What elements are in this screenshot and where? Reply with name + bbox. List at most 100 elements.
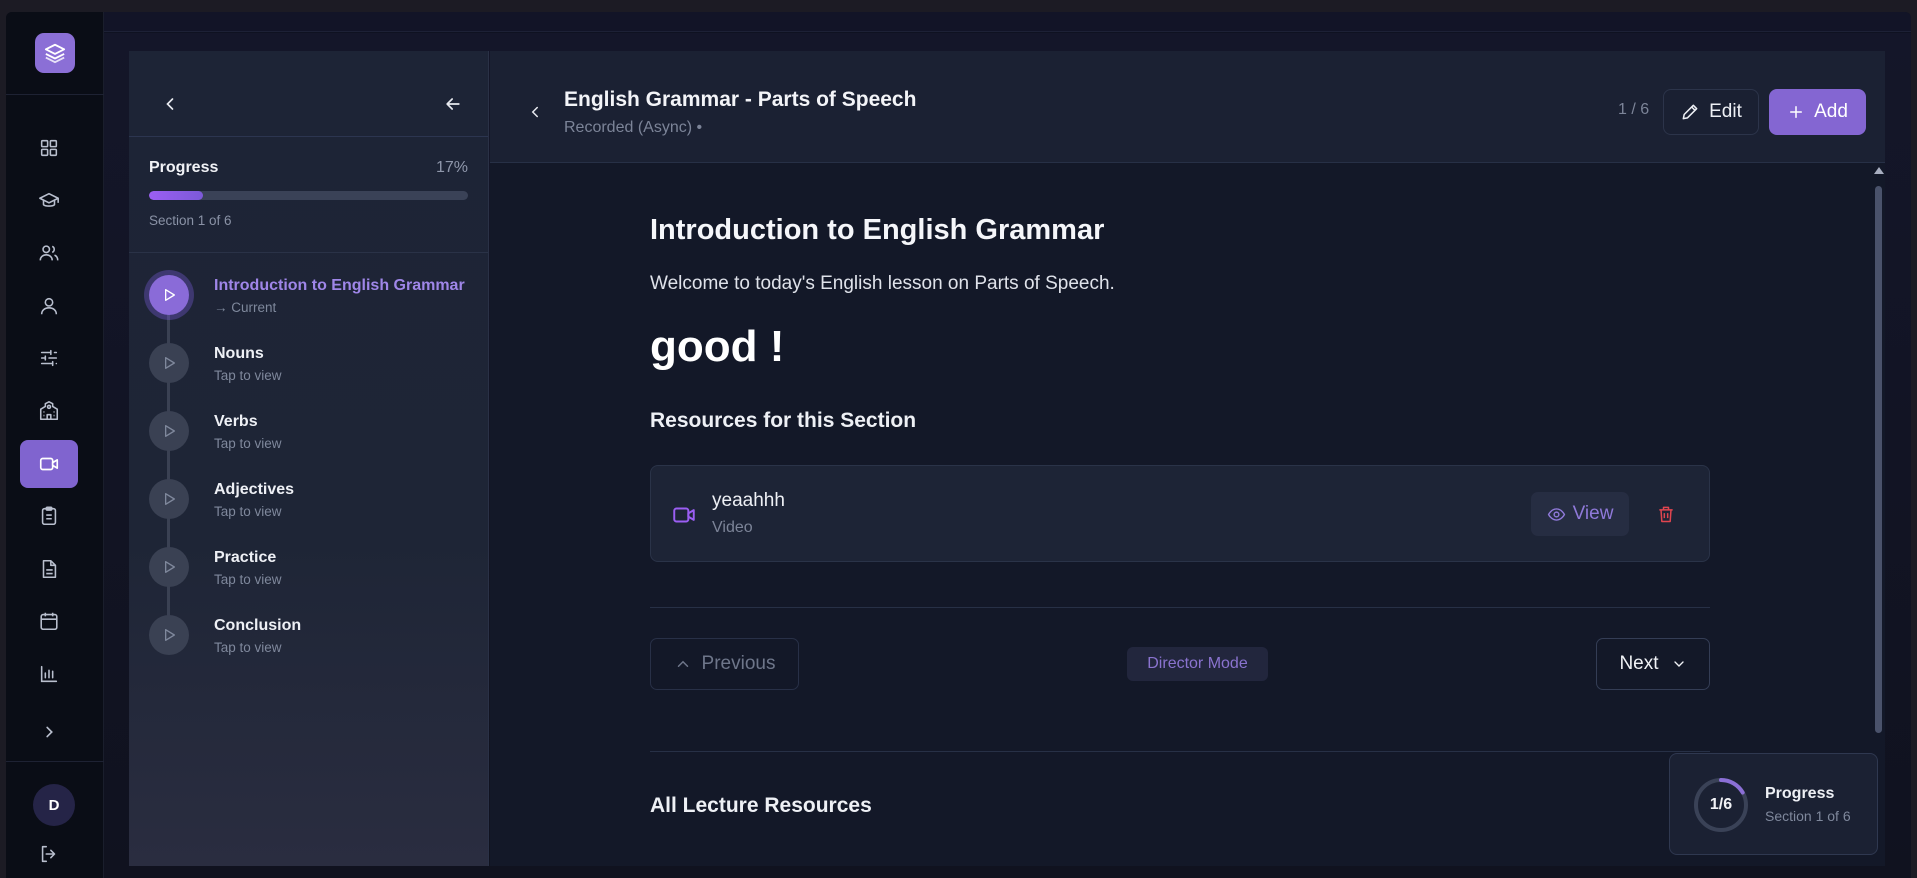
chevron-up-icon — [677, 660, 688, 667]
lesson-item[interactable]: Introduction to English Grammar → Curren… — [129, 265, 488, 333]
lesson-title: Nouns — [214, 345, 264, 362]
lesson-list: Introduction to English Grammar → Curren… — [129, 253, 488, 673]
nav-dashboard[interactable] — [20, 124, 78, 172]
logout-button[interactable] — [20, 830, 78, 878]
section-intro-text: Welcome to today's English lesson on Par… — [650, 273, 1115, 294]
lesson-title: Verbs — [214, 413, 258, 430]
progress-bar-fill — [149, 191, 204, 200]
collapse-outline-button[interactable] — [153, 87, 187, 121]
nav-settings[interactable] — [20, 334, 78, 382]
nav-groups[interactable] — [20, 229, 78, 277]
rail-divider — [6, 94, 104, 95]
next-section-button[interactable]: Next — [1596, 638, 1710, 690]
lesson-subtitle: Tap to view — [214, 436, 282, 451]
edit-label: Edit — [1709, 101, 1742, 122]
rail-divider — [6, 761, 104, 762]
scroll-thumb[interactable] — [1875, 186, 1882, 733]
course-outline-sidebar: Progress 17% Section 1 of 6 Introduction… — [129, 51, 489, 866]
nav-calendar[interactable] — [20, 597, 78, 645]
video-icon — [39, 457, 59, 471]
add-label: Add — [1814, 101, 1848, 122]
progress-title: Progress — [1765, 785, 1835, 802]
top-strip — [104, 12, 1911, 32]
arrow-left-icon — [446, 98, 460, 110]
chevron-right-icon — [46, 726, 53, 738]
lesson-subtitle: Tap to view — [214, 640, 282, 655]
logo-layers-icon[interactable] — [35, 33, 75, 73]
lesson-item[interactable]: Practice Tap to view — [129, 537, 488, 605]
sliders-icon — [40, 349, 58, 367]
plus-icon — [1790, 106, 1803, 118]
chevron-left-icon — [166, 98, 174, 110]
section-counter: 1 / 6 — [1618, 101, 1650, 118]
section-heading: Introduction to English Grammar — [650, 214, 1105, 246]
section-emphasis-text: good ! — [650, 322, 785, 371]
lesson-title: Conclusion — [214, 617, 302, 634]
nav-documents[interactable] — [20, 545, 78, 593]
divider — [650, 607, 1710, 608]
logout-icon — [41, 845, 56, 863]
mode-badge: Director Mode — [1127, 647, 1268, 681]
nav-assignments[interactable] — [20, 492, 78, 540]
expand-rail-button[interactable] — [20, 708, 78, 756]
lesson-item[interactable]: Verbs Tap to view — [129, 401, 488, 469]
progress-bar — [149, 191, 468, 200]
floating-progress-widget[interactable]: 1/6 Progress Section 1 of 6 — [1669, 753, 1878, 855]
lecture-content-panel: English Grammar - Parts of Speech Record… — [490, 51, 1885, 866]
progress-label: Progress — [149, 159, 219, 176]
avatar[interactable]: D — [33, 784, 75, 826]
play-icon — [149, 275, 189, 315]
school-icon — [39, 401, 59, 421]
scroll-up-arrow[interactable] — [1874, 167, 1884, 174]
progress-percent: 17% — [435, 159, 468, 176]
lesson-subtitle: Tap to view — [214, 504, 282, 519]
nav-profile[interactable] — [20, 282, 78, 330]
outline-header — [129, 51, 488, 137]
nav-courses[interactable] — [20, 177, 78, 225]
back-button[interactable] — [436, 87, 470, 121]
add-button[interactable]: Add — [1769, 89, 1866, 135]
view-resource-button[interactable]: View — [1531, 492, 1629, 536]
icon-rail: D — [6, 12, 104, 878]
clipboard-icon — [41, 506, 57, 526]
lesson-item[interactable]: Adjectives Tap to view — [129, 469, 488, 537]
resource-name: yeaahhh — [712, 490, 785, 511]
nav-analytics[interactable] — [20, 650, 78, 698]
trash-icon — [1659, 506, 1673, 523]
play-icon — [149, 411, 189, 451]
progress-subtitle: Section 1 of 6 — [1765, 808, 1851, 824]
bar-chart-icon — [40, 665, 58, 683]
resource-card: yeaahhh Video View — [650, 465, 1710, 562]
previous-section-button[interactable]: Previous — [650, 638, 799, 690]
grid-icon — [40, 139, 58, 157]
resource-type: Video — [712, 519, 753, 536]
lesson-subtitle: Tap to view — [214, 368, 282, 383]
lesson-item[interactable]: Conclusion Tap to view — [129, 605, 488, 673]
nav-school[interactable] — [20, 387, 78, 435]
play-icon — [149, 615, 189, 655]
play-icon — [149, 547, 189, 587]
delete-resource-button[interactable] — [1651, 499, 1681, 529]
lesson-subtitle: Tap to view — [214, 572, 282, 587]
lecture-header: English Grammar - Parts of Speech Record… — [490, 51, 1885, 163]
pencil-icon — [1682, 104, 1698, 120]
nav-lectures[interactable] — [20, 440, 78, 488]
chevron-left-icon — [531, 106, 538, 118]
lesson-title: Adjectives — [214, 481, 295, 498]
graduation-cap-icon — [39, 192, 59, 207]
chevron-down-icon — [1673, 661, 1684, 667]
video-icon — [671, 502, 697, 533]
edit-button[interactable]: Edit — [1663, 89, 1759, 135]
play-icon — [149, 479, 189, 519]
lesson-subtitle: → Current — [214, 300, 277, 315]
previous-lecture-button[interactable] — [518, 95, 552, 129]
section-resources-heading: Resources for this Section — [650, 409, 917, 432]
progress-panel: Progress 17% Section 1 of 6 — [129, 137, 488, 253]
lesson-title: Introduction to English Grammar — [214, 277, 465, 294]
lesson-item[interactable]: Nouns Tap to view — [129, 333, 488, 401]
progress-count: 1/6 — [1709, 796, 1733, 813]
view-label: View — [1572, 503, 1614, 524]
users-icon — [39, 245, 59, 261]
previous-label: Previous — [701, 653, 776, 674]
progress-section-text: Section 1 of 6 — [149, 213, 232, 228]
